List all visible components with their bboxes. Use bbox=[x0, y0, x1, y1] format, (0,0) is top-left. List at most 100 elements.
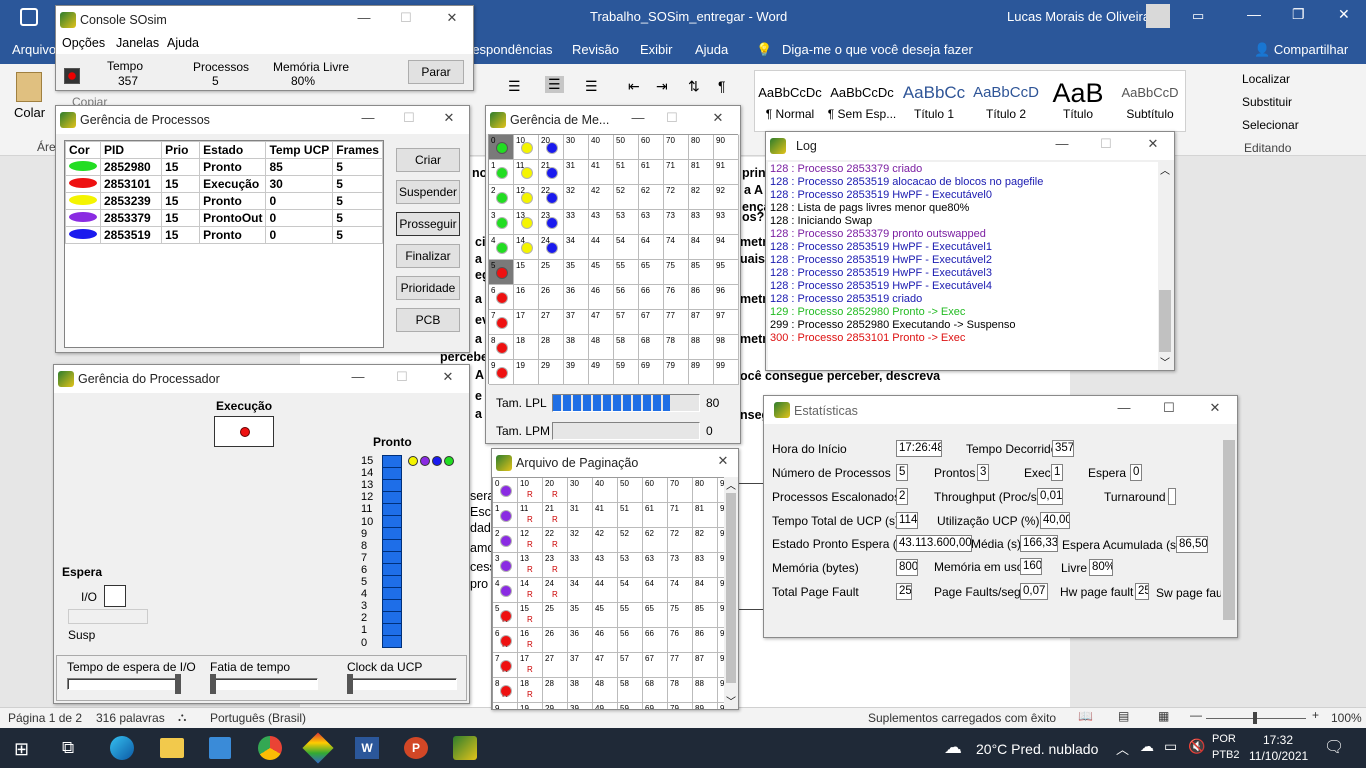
log-list[interactable]: 128 : Processo 2853379 criado 128 : Proce… bbox=[768, 162, 1158, 370]
scroll-down-icon[interactable]: ﹀ bbox=[726, 693, 736, 708]
input-lang[interactable]: POR bbox=[1212, 733, 1236, 745]
close-icon[interactable]: ✕ bbox=[1143, 136, 1163, 152]
scroll-up-icon[interactable]: ︿ bbox=[726, 477, 736, 492]
word-count[interactable]: 316 palavras bbox=[96, 711, 165, 725]
cpu-clock-slider[interactable] bbox=[347, 678, 457, 690]
app-icon[interactable] bbox=[302, 732, 334, 764]
col-temp-ucp[interactable]: Temp UCP bbox=[265, 141, 334, 159]
suspender-button[interactable]: Suspender bbox=[396, 180, 460, 204]
log-scrollbar[interactable]: ︿ ﹀ bbox=[1158, 162, 1172, 370]
close-icon[interactable]: ✕ bbox=[1338, 6, 1350, 23]
table-row[interactable]: 2852980 15 Pronto 85 5 bbox=[65, 158, 383, 176]
minimize-icon[interactable]: — bbox=[354, 10, 374, 25]
increase-indent-icon[interactable]: ⇥ bbox=[656, 78, 668, 95]
zoom-thumb[interactable] bbox=[1253, 712, 1257, 724]
time-slice-slider[interactable] bbox=[210, 678, 318, 690]
close-icon[interactable]: ✕ bbox=[713, 453, 733, 469]
edge-icon[interactable] bbox=[110, 736, 134, 760]
web-layout-icon[interactable]: ▦ bbox=[1158, 709, 1169, 723]
criar-button[interactable]: Criar bbox=[396, 148, 460, 172]
volume-icon[interactable]: 🔇 bbox=[1188, 738, 1205, 755]
pcb-button[interactable]: PCB bbox=[396, 308, 460, 332]
notification-icon[interactable]: 🗨 bbox=[1324, 737, 1344, 757]
style-normal[interactable]: AaBbCcDc ¶ Normal bbox=[755, 79, 825, 121]
decrease-indent-icon[interactable]: ⇤ bbox=[628, 78, 640, 95]
minimize-icon[interactable]: — bbox=[358, 110, 378, 125]
numbering-icon[interactable]: ☰ bbox=[545, 76, 564, 93]
word-user-name[interactable]: Lucas Morais de Oliveira bbox=[1007, 9, 1150, 24]
io-wait-slider[interactable] bbox=[67, 678, 179, 690]
network-icon[interactable]: ▭ bbox=[1164, 738, 1177, 755]
clock-time[interactable]: 17:32 bbox=[1263, 733, 1293, 747]
col-estado[interactable]: Estado bbox=[199, 141, 267, 159]
read-mode-icon[interactable]: 📖 bbox=[1078, 709, 1093, 723]
memory-manager-titlebar[interactable]: Gerência de Me... — ☐ ✕ bbox=[486, 106, 740, 134]
scroll-thumb[interactable] bbox=[1223, 440, 1235, 620]
console-titlebar[interactable]: Console SOsim — ☐ ✕ bbox=[56, 6, 473, 34]
table-row[interactable]: 2853101 15 Execução 30 5 bbox=[65, 175, 383, 193]
onedrive-icon[interactable]: ☁ bbox=[1140, 738, 1154, 755]
input-layout[interactable]: PTB2 bbox=[1212, 749, 1240, 761]
style-titulo[interactable]: AaB Título bbox=[1043, 79, 1113, 121]
style-sem-espaco[interactable]: AaBbCcDc ¶ Sem Esp... bbox=[827, 79, 897, 121]
sort-icon[interactable]: ⇅ bbox=[688, 78, 700, 95]
col-pid[interactable]: PID bbox=[99, 141, 163, 159]
share-button[interactable]: 👤 Compartilhar bbox=[1254, 42, 1348, 58]
close-icon[interactable]: ✕ bbox=[708, 110, 728, 126]
proofing-icon[interactable]: ⛬ bbox=[178, 710, 186, 725]
io-wait-thumb[interactable] bbox=[175, 674, 181, 694]
menu-opcoes[interactable]: Opções bbox=[62, 36, 105, 50]
file-explorer-icon[interactable] bbox=[160, 738, 184, 758]
prosseguir-button[interactable]: Prosseguir bbox=[396, 212, 460, 236]
chevron-up-icon[interactable]: ︿ bbox=[1116, 739, 1129, 758]
paste-icon[interactable] bbox=[16, 72, 42, 102]
close-icon[interactable]: ✕ bbox=[1205, 400, 1225, 416]
maximize-icon[interactable]: ☐ bbox=[1096, 136, 1116, 152]
styles-gallery[interactable]: AaBbCcDc ¶ Normal AaBbCcDc ¶ Sem Esp... Aa… bbox=[754, 70, 1186, 132]
menu-exibir[interactable]: Exibir bbox=[640, 42, 673, 57]
clock-date[interactable]: 11/10/2021 bbox=[1249, 749, 1308, 763]
time-slice-thumb[interactable] bbox=[210, 674, 216, 694]
powerpoint-icon[interactable]: P bbox=[404, 737, 428, 759]
menu-arquivo[interactable]: Arquivo bbox=[12, 42, 56, 57]
menu-ajuda[interactable]: Ajuda bbox=[167, 36, 199, 50]
avatar[interactable] bbox=[1146, 4, 1170, 28]
tell-me-input[interactable]: Diga-me o que você deseja fazer bbox=[782, 42, 973, 57]
page-count[interactable]: Página 1 de 2 bbox=[8, 711, 82, 725]
paste-button[interactable]: Colar bbox=[14, 105, 45, 120]
restore-icon[interactable]: ❐ bbox=[1292, 6, 1305, 23]
menu-correspondencias[interactable]: respondências bbox=[468, 42, 553, 57]
scroll-down-icon[interactable]: ﹀ bbox=[1160, 354, 1170, 369]
cpu-manager-titlebar[interactable]: Gerência do Processador — ☐ ✕ bbox=[54, 365, 469, 393]
col-frames[interactable]: Frames bbox=[332, 141, 383, 159]
menu-janelas[interactable]: Janelas bbox=[116, 36, 159, 50]
cpu-clock-thumb[interactable] bbox=[347, 674, 353, 694]
minimize-icon[interactable]: — bbox=[1052, 136, 1072, 151]
find-button[interactable]: Localizar bbox=[1242, 72, 1290, 86]
stats-scrollbar[interactable] bbox=[1221, 426, 1237, 637]
minimize-icon[interactable]: — bbox=[1247, 6, 1261, 22]
parar-button[interactable]: Parar bbox=[408, 60, 464, 84]
print-layout-icon[interactable]: ▤ bbox=[1118, 709, 1129, 723]
replace-button[interactable]: Substituir bbox=[1242, 95, 1292, 109]
word-icon[interactable] bbox=[20, 8, 38, 26]
maximize-icon[interactable]: ☐ bbox=[399, 110, 419, 126]
col-cor[interactable]: Cor bbox=[65, 141, 101, 159]
maximize-icon[interactable]: ☐ bbox=[1159, 400, 1179, 416]
zoom-in-icon[interactable]: + bbox=[1312, 708, 1319, 722]
process-manager-titlebar[interactable]: Gerência de Processos — ☐ ✕ bbox=[56, 106, 469, 134]
style-titulo-1[interactable]: AaBbCc Título 1 bbox=[899, 79, 969, 121]
maximize-icon[interactable]: ☐ bbox=[662, 110, 682, 126]
minimize-icon[interactable]: — bbox=[348, 369, 368, 384]
zoom-out-icon[interactable]: — bbox=[1190, 708, 1202, 722]
menu-ajuda[interactable]: Ajuda bbox=[695, 42, 728, 57]
menu-revisao[interactable]: Revisão bbox=[572, 42, 619, 57]
chrome-icon[interactable] bbox=[258, 736, 282, 760]
prioridade-button[interactable]: Prioridade bbox=[396, 276, 460, 300]
language[interactable]: Português (Brasil) bbox=[210, 711, 306, 725]
close-icon[interactable]: ✕ bbox=[438, 369, 458, 385]
table-row[interactable]: 2853379 15 ProntoOut 0 5 bbox=[65, 209, 383, 227]
multilevel-list-icon[interactable]: ☰ bbox=[585, 78, 598, 95]
stats-titlebar[interactable]: Estatísticas — ☐ ✕ bbox=[764, 396, 1237, 424]
maximize-icon[interactable]: ☐ bbox=[396, 10, 416, 26]
